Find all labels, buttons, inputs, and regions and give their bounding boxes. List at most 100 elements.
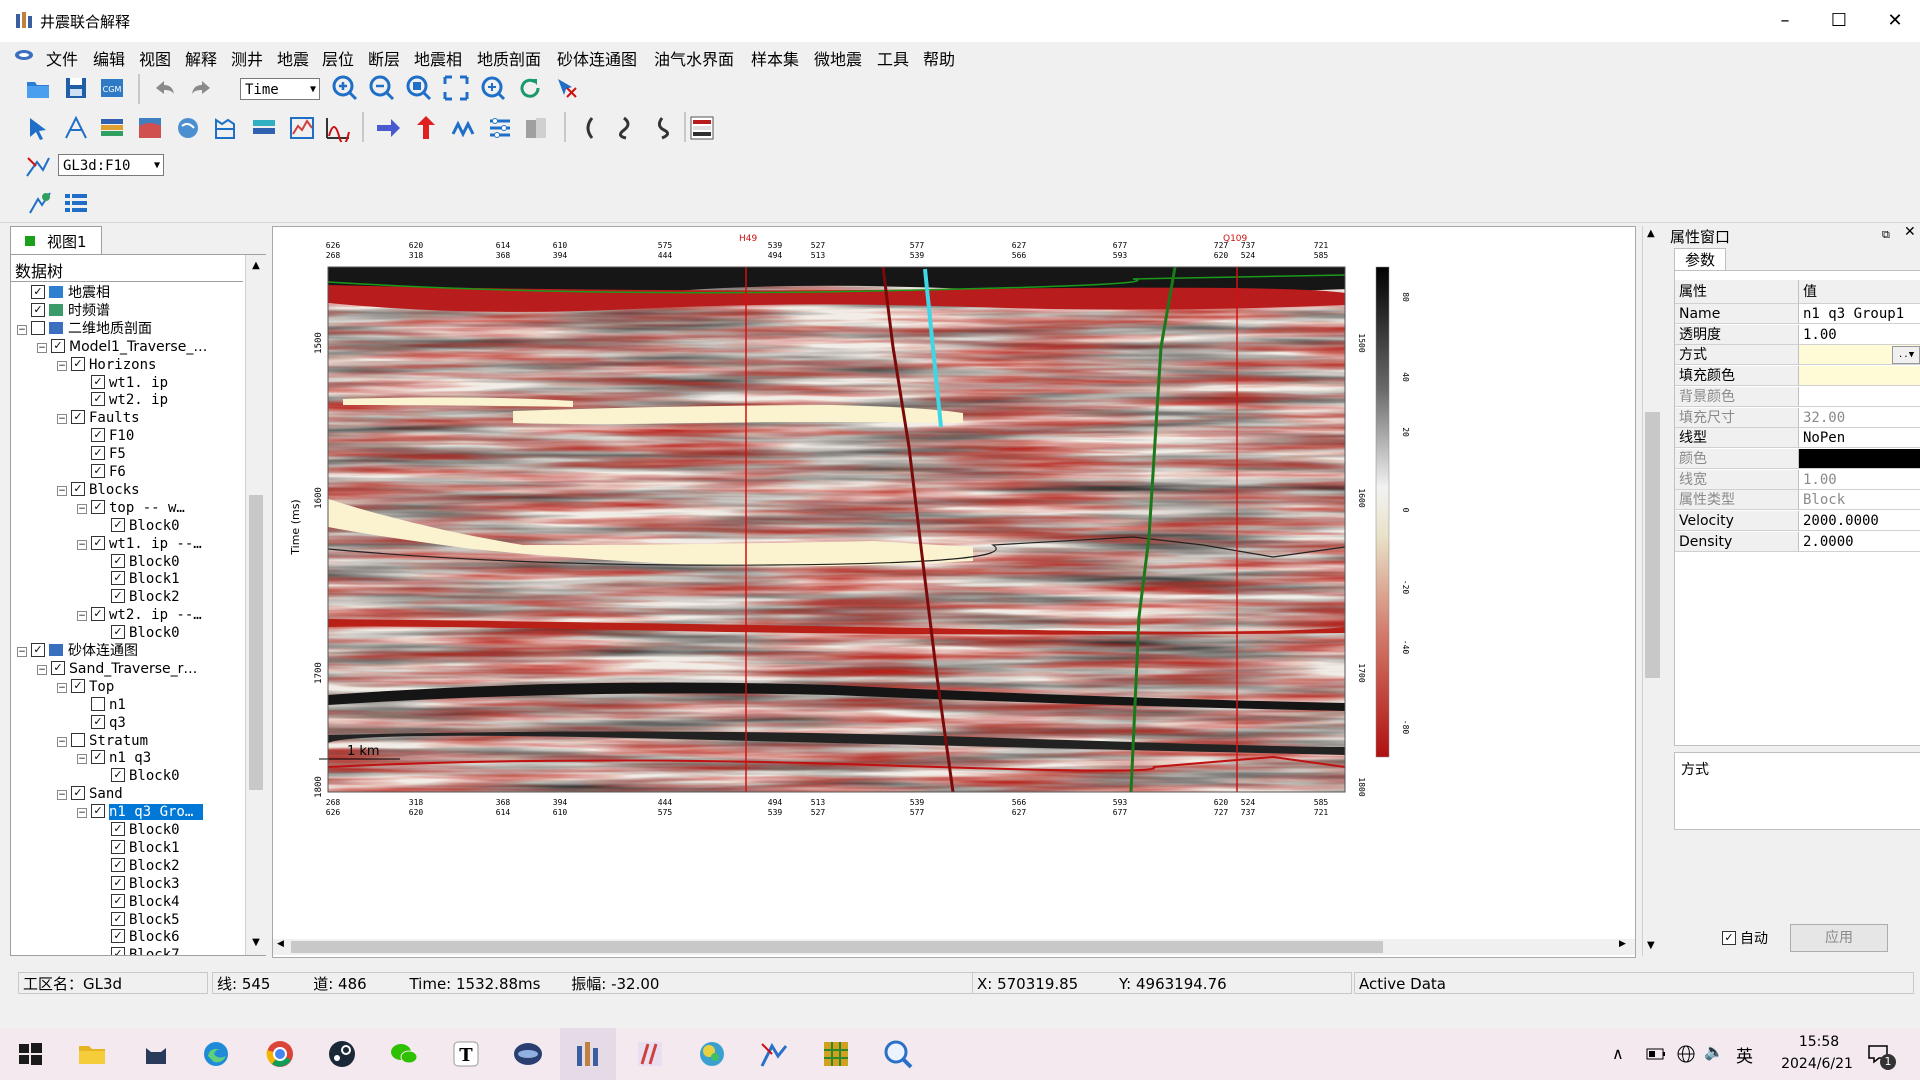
tree-node[interactable]: ✓ Sand [71, 786, 123, 803]
section-view-icon[interactable] [136, 114, 164, 142]
property-row[interactable]: 线宽 1.00 [1675, 469, 1920, 490]
checkbox-checked-icon[interactable]: ✓ [91, 374, 105, 389]
checkbox-checked-icon[interactable]: ✓ [91, 499, 105, 514]
property-row[interactable]: Name n1 q3 Group1 [1675, 304, 1920, 324]
property-value[interactable]: ..▼ [1799, 345, 1920, 366]
close-button[interactable]: ✕ [1880, 8, 1910, 34]
tree-node[interactable]: ✓ 地震相 [31, 285, 110, 302]
property-row[interactable]: Density 2.0000 [1675, 531, 1920, 552]
property-row[interactable]: 方式 ..▼ [1675, 345, 1920, 366]
section-vscroll-thumb[interactable] [1645, 412, 1661, 678]
tree-node[interactable]: ✓ Block6 [111, 929, 180, 946]
checkbox-checked-icon[interactable]: ✓ [111, 822, 125, 836]
save-cgm-icon[interactable]: CGM [98, 74, 126, 102]
property-row[interactable]: 线型 NoPen [1675, 428, 1920, 449]
tree-scrollbar[interactable]: ▲ ▼ [245, 255, 266, 955]
map-app-icon[interactable] [696, 1038, 728, 1070]
refresh-icon[interactable] [516, 74, 544, 102]
tree-node[interactable]: ✓ top -- w… [91, 499, 185, 517]
checkbox-checked-icon[interactable]: ✓ [51, 660, 65, 675]
section-view[interactable]: 1 km 626 268 620 318 614 368 610 394 575 444 539 49… [272, 226, 1636, 958]
wave-icon[interactable] [450, 114, 478, 142]
layers-icon[interactable] [98, 114, 126, 142]
tree-node[interactable]: ✓ n1 q3 [91, 750, 151, 767]
checkbox-checked-icon[interactable]: ✓ [31, 285, 45, 299]
start-icon[interactable] [14, 1038, 46, 1070]
tree-expander[interactable]: − [57, 790, 67, 801]
checkbox-checked-icon[interactable]: ✓ [71, 481, 85, 496]
maximize-button[interactable]: ☐ [1824, 8, 1854, 34]
battery-icon[interactable] [1646, 1046, 1666, 1062]
checkbox-checked-icon[interactable]: ✓ [91, 392, 105, 407]
checkbox-checked-icon[interactable]: ✓ [91, 535, 105, 550]
tree-node[interactable]: ✓ Block0 [111, 822, 180, 839]
tree-expander[interactable]: − [37, 342, 47, 353]
tree-node[interactable]: ✓ 时频谱 [31, 302, 110, 320]
menu-seismic[interactable]: 地震 [277, 46, 309, 70]
property-row[interactable]: 填充尺寸 32.00 [1675, 407, 1920, 428]
tree-node[interactable]: ✓ Faults [71, 410, 140, 427]
checkbox-checked-icon[interactable]: ✓ [71, 678, 85, 693]
grid-app-icon[interactable] [820, 1038, 852, 1070]
checkbox-checked-icon[interactable]: ✓ [51, 338, 65, 353]
tree-expander[interactable]: − [57, 682, 67, 693]
property-value[interactable]: Block [1799, 490, 1920, 511]
checkbox-unchecked-icon[interactable] [31, 320, 45, 335]
scroll-up-icon[interactable]: ▲ [1647, 228, 1655, 239]
undo-icon[interactable] [150, 74, 178, 102]
open-folder-icon[interactable] [24, 74, 52, 102]
tree-node[interactable]: ✓ wt2. ip --… [91, 607, 202, 624]
volume-icon[interactable]: 🔈 [1704, 1042, 1724, 1061]
seismic-app-icon[interactable] [634, 1038, 666, 1070]
tree-node[interactable]: ✓ Block7 [111, 947, 180, 955]
survey-icon[interactable] [24, 152, 52, 180]
zoom-out-icon[interactable] [368, 74, 396, 102]
menu-geo-section[interactable]: 地质剖面 [477, 46, 541, 70]
globe-icon[interactable] [1676, 1044, 1696, 1064]
menu-microseismic[interactable]: 微地震 [814, 46, 862, 70]
tree-node[interactable]: ✓ Model1_Traverse_… [51, 338, 207, 356]
checkbox-checked-icon[interactable]: ✓ [111, 893, 125, 908]
tree-node[interactable]: ✓ Sand_Traverse_r… [51, 660, 197, 678]
menu-sample-set[interactable]: 样本集 [751, 46, 799, 70]
property-value[interactable]: n1 q3 Group1 [1799, 304, 1920, 324]
tree-expander[interactable]: − [17, 324, 27, 335]
checkbox-checked-icon[interactable]: ✓ [31, 302, 45, 317]
tree-node[interactable]: ✓ q3 [91, 714, 126, 732]
geoeast-icon[interactable] [512, 1038, 544, 1070]
scroll-right-icon[interactable]: ▶ [1619, 939, 1626, 949]
property-value[interactable]: 1.00 [1799, 324, 1920, 345]
tree-expander[interactable]: − [57, 736, 67, 747]
auto-check-icon[interactable]: ✓ [1722, 931, 1736, 945]
checkbox-checked-icon[interactable]: ✓ [111, 839, 125, 854]
tree-node[interactable]: ✓ n1 q3 Gro… [91, 804, 204, 821]
property-value[interactable]: 2.0000 [1799, 531, 1920, 552]
zoom-reset-icon[interactable] [479, 74, 507, 102]
save-icon[interactable] [62, 74, 90, 102]
menu-well-log[interactable]: 测井 [231, 46, 263, 70]
checkbox-checked-icon[interactable]: ✓ [91, 607, 105, 622]
edge-icon[interactable] [200, 1038, 232, 1070]
zoom-in-icon[interactable] [331, 74, 359, 102]
chevron-down-icon[interactable]: ..▼ [1892, 346, 1920, 365]
fit-view-icon[interactable] [442, 74, 470, 102]
property-value[interactable]: NoPen [1799, 428, 1920, 449]
steam-icon[interactable] [326, 1038, 358, 1070]
property-row[interactable]: 背景颜色 [1675, 386, 1920, 407]
checkbox-checked-icon[interactable]: ✓ [111, 625, 125, 640]
grid-view-icon[interactable] [212, 114, 240, 142]
auto-checkbox[interactable]: ✓ 自动 [1722, 928, 1768, 948]
tree-node[interactable]: ✓ Top [71, 678, 114, 696]
checkbox-checked-icon[interactable]: ✓ [91, 446, 105, 461]
tree-node[interactable]: ✓ Blocks [71, 481, 140, 499]
property-row[interactable]: Velocity 2000.0000 [1675, 511, 1920, 531]
tree-node[interactable]: ✓ Block4 [111, 893, 180, 911]
zoom-app-icon[interactable] [882, 1038, 914, 1070]
file-explorer-icon[interactable] [76, 1038, 108, 1070]
property-value[interactable]: 1.00 [1799, 469, 1920, 490]
tree-node[interactable]: ✓ wt1. ip [91, 374, 168, 392]
menu-interpret[interactable]: 解释 [185, 46, 217, 70]
seismic-section[interactable]: 1 km 62626862031861436861039457544453949… [273, 227, 1635, 957]
property-list-icon[interactable] [62, 189, 90, 217]
fault-curve-3-icon[interactable] [648, 114, 676, 142]
